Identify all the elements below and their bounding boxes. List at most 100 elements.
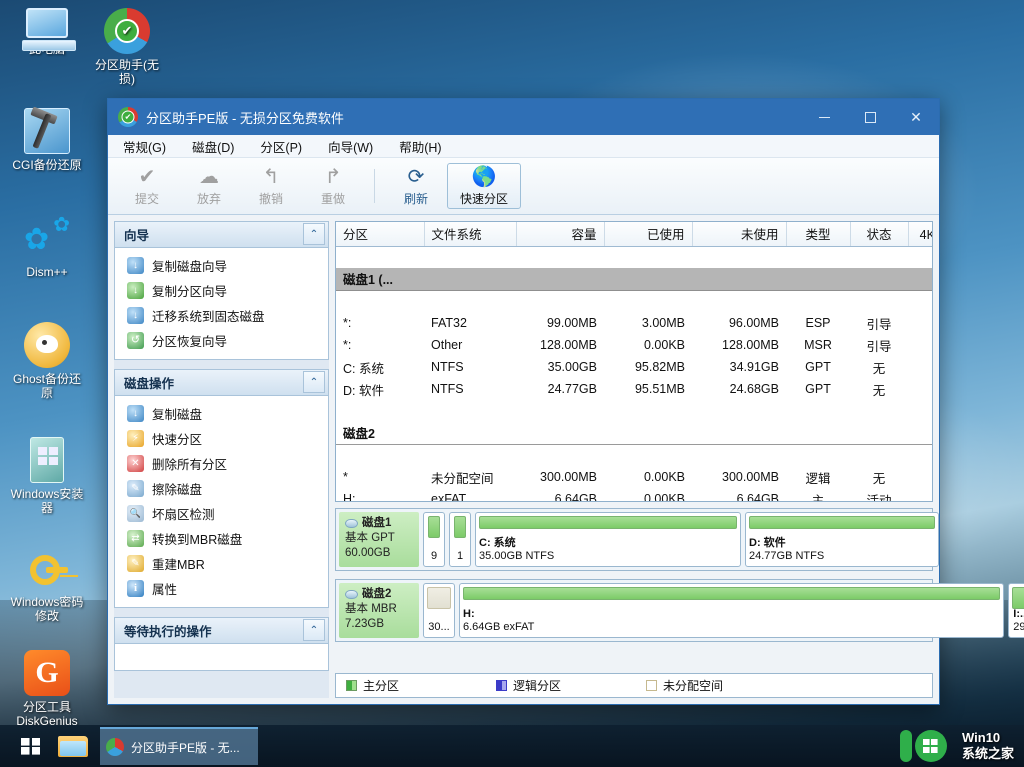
- column-header-capacity[interactable]: 容量: [516, 222, 604, 246]
- column-header-type[interactable]: 类型: [786, 222, 850, 246]
- cell-used: 95.82MB: [604, 356, 692, 378]
- disk-map-1[interactable]: 磁盘1 基本 GPT 60.00GB 9 1: [335, 508, 933, 571]
- toolbar-quick-partition-button[interactable]: 🌎 快速分区: [447, 163, 521, 209]
- toolbar-commit-button[interactable]: ✔ 提交: [116, 161, 178, 211]
- cell-partition: *:: [336, 334, 424, 356]
- column-header-status[interactable]: 状态: [850, 222, 908, 246]
- partition-table: 分区 文件系统 容量 已使用 未使用 类型 状态 4KB对齐: [336, 222, 933, 502]
- column-header-filesystem[interactable]: 文件系统: [424, 222, 516, 246]
- chevron-up-icon[interactable]: ⌃: [303, 223, 325, 245]
- menu-item-wizard[interactable]: 向导(W): [325, 135, 376, 158]
- toolbar-refresh-button[interactable]: ⟳ 刷新: [385, 161, 447, 211]
- partition-table-body: 磁盘1 (... *: FAT32 99.00MB 3.00MB 96.00MB…: [336, 246, 933, 502]
- sidebar-item-quick-partition[interactable]: 快速分区: [115, 426, 328, 451]
- quick-partition-icon: [127, 430, 144, 447]
- sidebar-item-bad-sector-scan[interactable]: 坏扇区检测: [115, 501, 328, 526]
- desktop-icon-dism[interactable]: Dism++: [8, 215, 86, 279]
- start-button[interactable]: [8, 725, 54, 767]
- desktop-icon-diskgenius[interactable]: 分区工具DiskGenius: [8, 650, 86, 728]
- table-row[interactable]: *: Other 128.00MB 0.00KB 128.00MB MSR 引导…: [336, 334, 933, 356]
- menu-item-help[interactable]: 帮助(H): [396, 135, 444, 158]
- unallocated-swatch-icon: [646, 680, 657, 691]
- sidebar-item-partition-recovery-wizard[interactable]: 分区恢复向导: [115, 328, 328, 353]
- windows-start-icon: [21, 738, 40, 755]
- disk-group-header-1[interactable]: 磁盘1 (...: [336, 268, 933, 290]
- rebuild-mbr-icon: [127, 555, 144, 572]
- desktop-icon-windows-installer[interactable]: Windows安装器: [8, 437, 86, 515]
- close-button[interactable]: ✕: [893, 99, 939, 135]
- column-header-unused[interactable]: 未使用: [692, 222, 786, 246]
- cell-capacity: 35.00GB: [516, 356, 604, 378]
- desktop-icon-ghost-backup[interactable]: Ghost备份还原: [8, 322, 86, 400]
- disk-map-partition-block[interactable]: H: 6.64GB exFAT: [459, 583, 1004, 638]
- sidebar-item-convert-to-mbr[interactable]: 转换到MBR磁盘: [115, 526, 328, 551]
- disk-group-label: 磁盘1 (...: [336, 268, 933, 290]
- desktop-icon-windows-password[interactable]: Windows密码修改: [8, 545, 86, 623]
- legend: 主分区 逻辑分区 未分配空间: [335, 673, 933, 698]
- menu-item-partition[interactable]: 分区(P): [257, 135, 305, 158]
- disk-map-partition-block[interactable]: 1: [449, 512, 471, 567]
- toolbar-discard-button[interactable]: ☁ 放弃: [178, 161, 240, 211]
- minimize-button[interactable]: [801, 99, 847, 135]
- chevron-up-icon[interactable]: ⌃: [303, 371, 325, 393]
- cell-status: 引导: [850, 312, 908, 334]
- sidebar-item-delete-all-partitions[interactable]: 删除所有分区: [115, 451, 328, 476]
- file-explorer-button[interactable]: [58, 734, 88, 758]
- sidebar-item-properties[interactable]: 属性: [115, 576, 328, 601]
- table-row[interactable]: C: 系统 NTFS 35.00GB 95.82MB 34.91GB GPT 无…: [336, 356, 933, 378]
- toolbar-undo-button[interactable]: ↰ 撤销: [240, 161, 302, 211]
- table-row[interactable]: * 未分配空间 300.00MB 0.00KB 300.00MB 逻辑 无 是: [336, 466, 933, 488]
- sidebar-item-copy-disk[interactable]: 复制磁盘: [115, 401, 328, 426]
- menu-item-disk[interactable]: 磁盘(D): [189, 135, 237, 158]
- disk-map-partition-block[interactable]: C: 系统 35.00GB NTFS: [475, 512, 741, 567]
- maximize-icon: [865, 112, 876, 123]
- disk-map-name: 磁盘2: [362, 587, 391, 602]
- sidebar-item-label: 复制磁盘向导: [152, 256, 227, 275]
- partition-recovery-icon: [127, 332, 144, 349]
- sidebar-item-copy-disk-wizard[interactable]: 复制磁盘向导: [115, 253, 328, 278]
- cell-unused: 34.91GB: [692, 356, 786, 378]
- sidebar-item-copy-partition-wizard[interactable]: 复制分区向导: [115, 278, 328, 303]
- desktop-icon-label: Windows密码修改: [8, 595, 86, 623]
- disk-map-size: 60.00GB: [345, 546, 413, 561]
- win10-logo-icon: [898, 729, 956, 763]
- taskbar-item-partition-assistant[interactable]: 分区助手PE版 - 无...: [100, 727, 258, 765]
- menu-item-general[interactable]: 常规(G): [120, 135, 169, 158]
- partition-usage-bar: [479, 516, 737, 529]
- cell-status: 无: [850, 378, 908, 400]
- sidebar-item-migrate-os[interactable]: 迁移系统到固态磁盘: [115, 303, 328, 328]
- maximize-button[interactable]: [847, 99, 893, 135]
- column-header-used[interactable]: 已使用: [604, 222, 692, 246]
- desktop-icon-this-pc[interactable]: 此电脑: [8, 8, 86, 56]
- disk-map-partition-block[interactable]: I:... 29...: [1008, 583, 1024, 638]
- legend-item-primary: 主分区: [346, 677, 496, 694]
- chevron-up-icon[interactable]: ⌃: [303, 619, 325, 641]
- disk-map-2[interactable]: 磁盘2 基本 MBR 7.23GB 30... H: 6.64GB exFAT: [335, 579, 933, 642]
- wipe-disk-icon: [127, 480, 144, 497]
- partition-block-subtitle: 24.77GB NTFS: [749, 550, 935, 563]
- cell-used: 3.00MB: [604, 312, 692, 334]
- disk-map-partition-block[interactable]: D: 软件 24.77GB NTFS: [745, 512, 939, 567]
- sidebar-item-label: 复制磁盘: [152, 404, 202, 423]
- disk-map-1-info: 磁盘1 基本 GPT 60.00GB: [339, 512, 419, 567]
- toolbar-button-label: 提交: [135, 190, 159, 207]
- table-row[interactable]: H: exFAT 6.64GB 0.00KB 6.64GB 主 活动 是: [336, 488, 933, 502]
- cell-type: MSR: [786, 334, 850, 356]
- table-row[interactable]: D: 软件 NTFS 24.77GB 95.51MB 24.68GB GPT 无…: [336, 378, 933, 400]
- desktop-icon-partition-assistant[interactable]: 分区助手(无损): [88, 8, 166, 86]
- window-title: 分区助手PE版 - 无损分区免费软件: [146, 108, 801, 127]
- partition-table-container: 分区 文件系统 容量 已使用 未使用 类型 状态 4KB对齐: [335, 221, 933, 502]
- table-row[interactable]: *: FAT32 99.00MB 3.00MB 96.00MB ESP 引导 是: [336, 312, 933, 334]
- disk-map-partition-block[interactable]: 9: [423, 512, 445, 567]
- disk-map-partition-block[interactable]: 30...: [423, 583, 455, 638]
- column-header-partition[interactable]: 分区: [336, 222, 424, 246]
- sidebar-item-rebuild-mbr[interactable]: 重建MBR: [115, 551, 328, 576]
- cell-alignment: 是: [908, 312, 933, 334]
- disk-group-header-2[interactable]: 磁盘2: [336, 422, 933, 444]
- toolbar-redo-button[interactable]: ↱ 重做: [302, 161, 364, 211]
- disk-group-label: 磁盘2: [336, 422, 933, 444]
- desktop-icon-cgi-backup[interactable]: CGI备份还原: [8, 108, 86, 172]
- sidebar-item-wipe-disk[interactable]: 擦除磁盘: [115, 476, 328, 501]
- sidebar-item-label: 删除所有分区: [152, 454, 227, 473]
- column-header-alignment[interactable]: 4KB对齐: [908, 222, 933, 246]
